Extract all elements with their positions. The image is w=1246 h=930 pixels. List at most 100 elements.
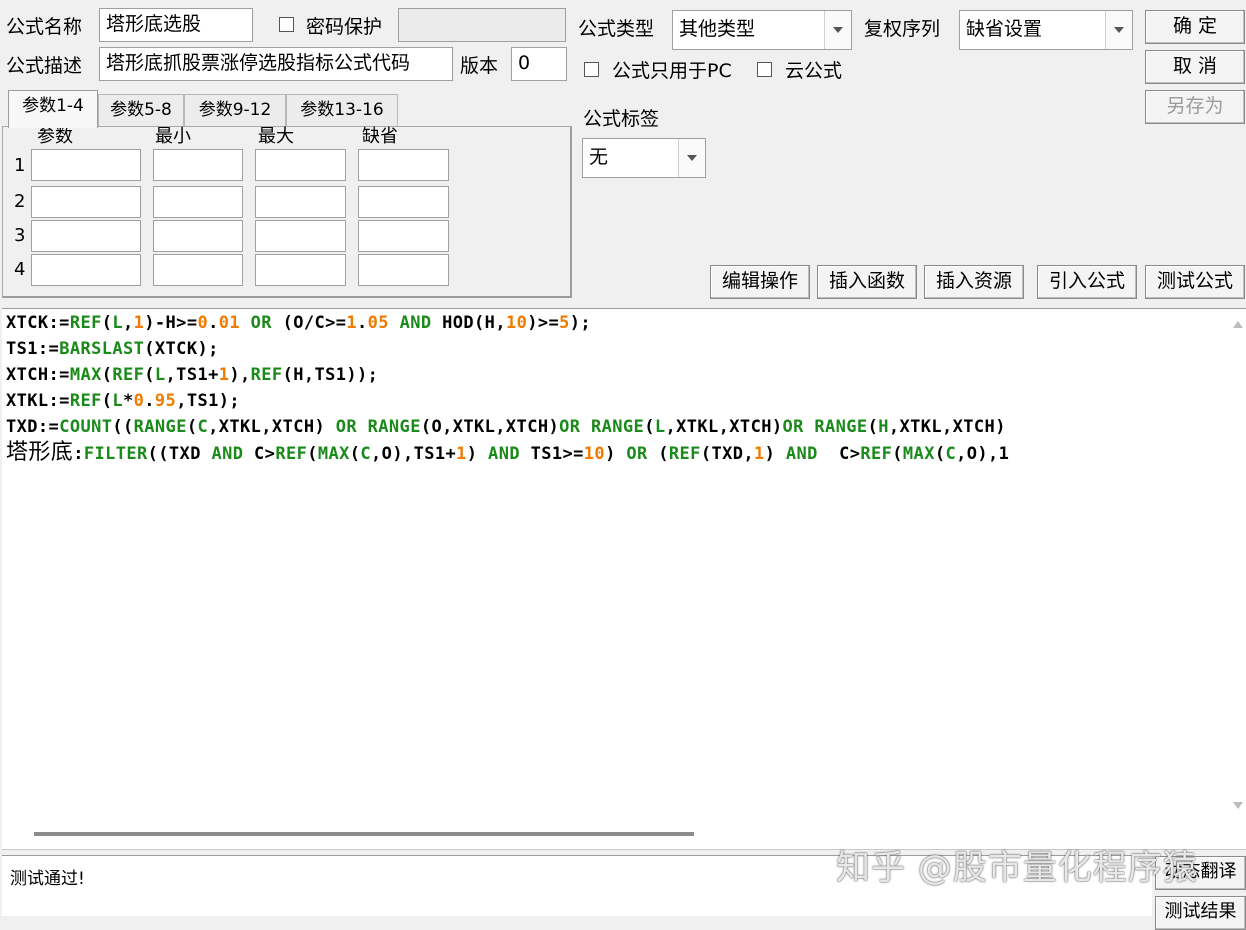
code-token: ,TS1+ [165, 365, 219, 385]
cancel-button[interactable]: 取 消 [1145, 50, 1245, 84]
code-line[interactable]: TS1:=BARSLAST(XTCK); [6, 336, 219, 362]
param-4-max[interactable] [255, 254, 346, 286]
chevron-down-icon[interactable] [824, 11, 851, 49]
code-token: TS1>= [530, 444, 584, 464]
param-3-min[interactable] [153, 220, 243, 252]
param-3-max[interactable] [255, 220, 346, 252]
watermark: 知乎 @股市量化程序猿 [836, 848, 1198, 888]
code-token: L [112, 391, 123, 411]
code-token: 01 [218, 313, 241, 333]
code-token: ((TXD [147, 444, 201, 464]
code-token: ,XTKL,XTCH) [888, 417, 1006, 437]
version-input[interactable]: 0 [511, 47, 567, 81]
rights-value: 缺省设置 [966, 18, 1043, 40]
formula-type-select[interactable]: 其他类型 [672, 10, 852, 50]
code-token: ), [229, 365, 251, 385]
code-line[interactable]: XTCK:=REF(L,1)-H>=0.01 OR (O/C>=1.05 AND… [6, 310, 591, 336]
param-1-max[interactable] [255, 149, 346, 181]
param-1-name[interactable] [31, 149, 141, 181]
code-token: REF [112, 365, 145, 385]
code-editor[interactable]: XTCK:=REF(L,1)-H>=0.01 OR (O/C>=1.05 AND… [2, 308, 1246, 850]
code-line[interactable]: XTKL:=REF(L*0.95,TS1); [6, 388, 240, 414]
code-token: TXD:= [6, 417, 60, 437]
param-2-name[interactable] [31, 186, 141, 218]
code-token: FILTER [83, 444, 148, 464]
param-4-default[interactable] [358, 254, 449, 286]
chevron-down-icon[interactable] [678, 139, 705, 177]
edit-ops-button[interactable]: 编辑操作 [710, 265, 810, 299]
param-1-min[interactable] [153, 149, 243, 181]
cloud-checkbox[interactable] [757, 62, 772, 77]
formula-desc-input[interactable]: 塔形底抓股票涨停选股指标公式代码 [99, 47, 453, 81]
password-input [398, 8, 566, 42]
code-token: REF [69, 313, 102, 333]
code-token: ,O),1 [956, 444, 1010, 464]
code-token: L [654, 417, 666, 437]
test-result-button[interactable]: 测试结果 [1155, 896, 1246, 930]
formula-tag-value: 无 [589, 146, 609, 168]
code-token: HOD(H, [442, 313, 506, 333]
param-2-default[interactable] [358, 186, 449, 218]
password-checkbox[interactable] [279, 17, 294, 32]
insert-resource-button[interactable]: 插入资源 [924, 265, 1024, 299]
import-formula-button[interactable]: 引入公式 [1037, 265, 1137, 299]
code-token: OR [240, 313, 283, 333]
formula-type-value: 其他类型 [679, 18, 756, 40]
code-token: REF [668, 444, 701, 464]
param-row-number: 1 [14, 155, 26, 176]
insert-function-button[interactable]: 插入函数 [817, 265, 917, 299]
tab-params-9-12[interactable]: 参数9-12 [184, 94, 286, 126]
code-token: MAX [902, 444, 935, 464]
code-token: XTKL:= [6, 391, 70, 411]
code-token: OR [615, 444, 659, 464]
status-text: 测试通过! [10, 869, 85, 889]
formula-type-label: 公式类型 [578, 18, 655, 40]
param-3-name[interactable] [31, 220, 141, 252]
param-2-max[interactable] [255, 186, 346, 218]
param-3-default[interactable] [358, 220, 449, 252]
code-token: MAX [317, 444, 350, 464]
formula-desc-label: 公式描述 [6, 55, 83, 77]
code-token: H [878, 417, 889, 437]
tab-params-13-16[interactable]: 参数13-16 [286, 94, 398, 126]
test-formula-button[interactable]: 测试公式 [1145, 265, 1245, 299]
rights-label: 复权序列 [864, 18, 941, 40]
code-token: RANGE [133, 417, 187, 437]
code-token: . [357, 313, 368, 333]
tab-params-5-8[interactable]: 参数5-8 [98, 94, 184, 126]
code-token: L [112, 313, 123, 333]
chevron-down-icon[interactable] [1105, 11, 1132, 49]
code-token: AND [775, 444, 840, 464]
code-line[interactable]: XTCH:=MAX(REF(L,TS1+1),REF(H,TS1)); [6, 362, 378, 388]
code-token: C [197, 417, 209, 437]
code-token: )-H>= [144, 313, 198, 333]
param-4-min[interactable] [153, 254, 243, 286]
code-token: XTCK:= [6, 313, 70, 333]
param-4-name[interactable] [31, 254, 141, 286]
code-token: TS1:= [6, 339, 60, 359]
vertical-scrollbar[interactable] [1230, 309, 1246, 849]
code-token: REF [69, 391, 102, 411]
code-token: ( [101, 313, 113, 333]
rights-select[interactable]: 缺省设置 [959, 10, 1133, 50]
code-token: MAX [69, 365, 102, 385]
formula-name-input[interactable]: 塔形底选股 [99, 8, 253, 42]
param-2-min[interactable] [153, 186, 243, 218]
code-token: ( [892, 444, 903, 464]
param-1-default[interactable] [358, 149, 449, 181]
code-token: REF [275, 444, 308, 464]
tab-params-1-4[interactable]: 参数1-4 [8, 90, 98, 128]
code-token: 05 [367, 313, 389, 333]
formula-name-label: 公式名称 [6, 16, 83, 38]
code-token: C [945, 444, 957, 464]
param-row-number: 4 [14, 259, 26, 280]
code-token: BARSLAST [59, 339, 145, 359]
pc-only-checkbox[interactable] [584, 62, 599, 77]
formula-tag-select[interactable]: 无 [582, 138, 706, 178]
param-header-name: 参数 [37, 126, 73, 147]
code-line[interactable]: 塔形底:FILTER((TXD AND C>REF(MAX(C,O),TS1+1… [6, 440, 1009, 467]
ok-button[interactable]: 确 定 [1145, 10, 1245, 44]
code-token: : [73, 444, 84, 464]
horizontal-scrollbar-thumb[interactable] [34, 832, 694, 836]
code-line[interactable]: TXD:=COUNT((RANGE(C,XTKL,XTCH) OR RANGE(… [6, 414, 1006, 440]
